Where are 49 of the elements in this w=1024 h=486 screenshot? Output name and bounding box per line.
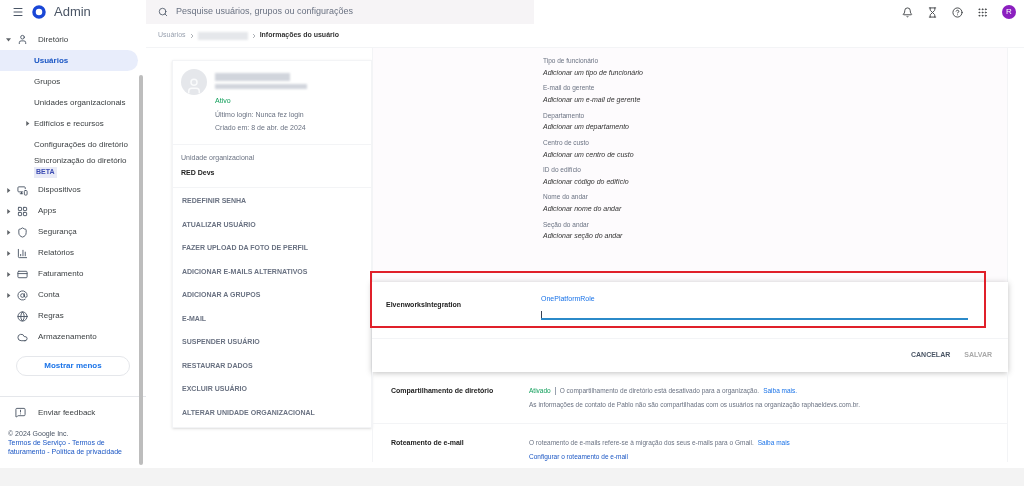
sidebar-item[interactable]: Relatórios [38, 247, 74, 259]
logo-icon [32, 5, 46, 19]
text-cursor-icon [541, 310, 542, 318]
help-icon[interactable] [952, 6, 963, 18]
bar-chart-icon [17, 247, 28, 259]
caret-icon[interactable] [6, 250, 11, 256]
sidebar-item[interactable]: Grupos [0, 71, 138, 92]
sidebar-item[interactable]: Armazenamento [38, 331, 97, 343]
sidebar-item[interactable]: Edifícios e recursos [0, 113, 138, 134]
notifications-icon[interactable] [902, 6, 913, 18]
search-field[interactable]: Pesquise usuários, grupos ou configurações [146, 0, 534, 24]
sidebar-item[interactable]: Unidades organizacionais [0, 92, 138, 113]
caret-icon[interactable] [6, 37, 11, 42]
sidebar-item[interactable]: Usuários [0, 50, 138, 71]
at-sign-icon [17, 289, 28, 301]
caret-icon[interactable] [25, 121, 30, 126]
sidebar-item[interactable]: Configurações do diretório [0, 134, 138, 155]
devices-icon [17, 184, 28, 196]
avatar[interactable]: R [1002, 5, 1016, 19]
blurred-breadcrumb [197, 31, 248, 40]
sidebar-item[interactable]: Diretório [38, 33, 69, 46]
apps-grid-icon[interactable] [977, 6, 988, 18]
caret-icon[interactable] [6, 229, 11, 235]
sidebar-item[interactable]: Conta [38, 289, 60, 301]
card-icon [17, 268, 28, 280]
hourglass-icon[interactable] [927, 6, 938, 18]
person-icon [17, 34, 28, 45]
caret-icon[interactable] [6, 187, 11, 193]
avatar-icon [181, 69, 207, 95]
sidebar-item[interactable]: Regras [38, 310, 64, 322]
caret-icon[interactable] [6, 271, 11, 277]
feedback-icon[interactable] [15, 407, 26, 418]
app-name: Admin [54, 3, 91, 22]
caret-icon[interactable] [6, 292, 11, 298]
sidebar-item[interactable]: Apps [38, 205, 57, 217]
sidebar-item[interactable]: Faturamento [38, 268, 84, 280]
chevron-icon [251, 32, 256, 39]
globe-icon [17, 310, 28, 322]
scrollbar[interactable] [139, 75, 143, 465]
chevron-icon [189, 32, 194, 39]
cloud-icon [17, 331, 28, 343]
shield-icon [17, 226, 28, 238]
sidebar-item[interactable]: Segurança [38, 226, 77, 238]
grid-icon [17, 205, 28, 217]
sidebar-item[interactable]: Dispositivos [38, 184, 81, 196]
feedback-link[interactable]: Enviar feedback [38, 406, 96, 419]
menu-icon[interactable] [12, 6, 24, 18]
search-icon [158, 7, 168, 17]
caret-icon[interactable] [6, 208, 11, 214]
